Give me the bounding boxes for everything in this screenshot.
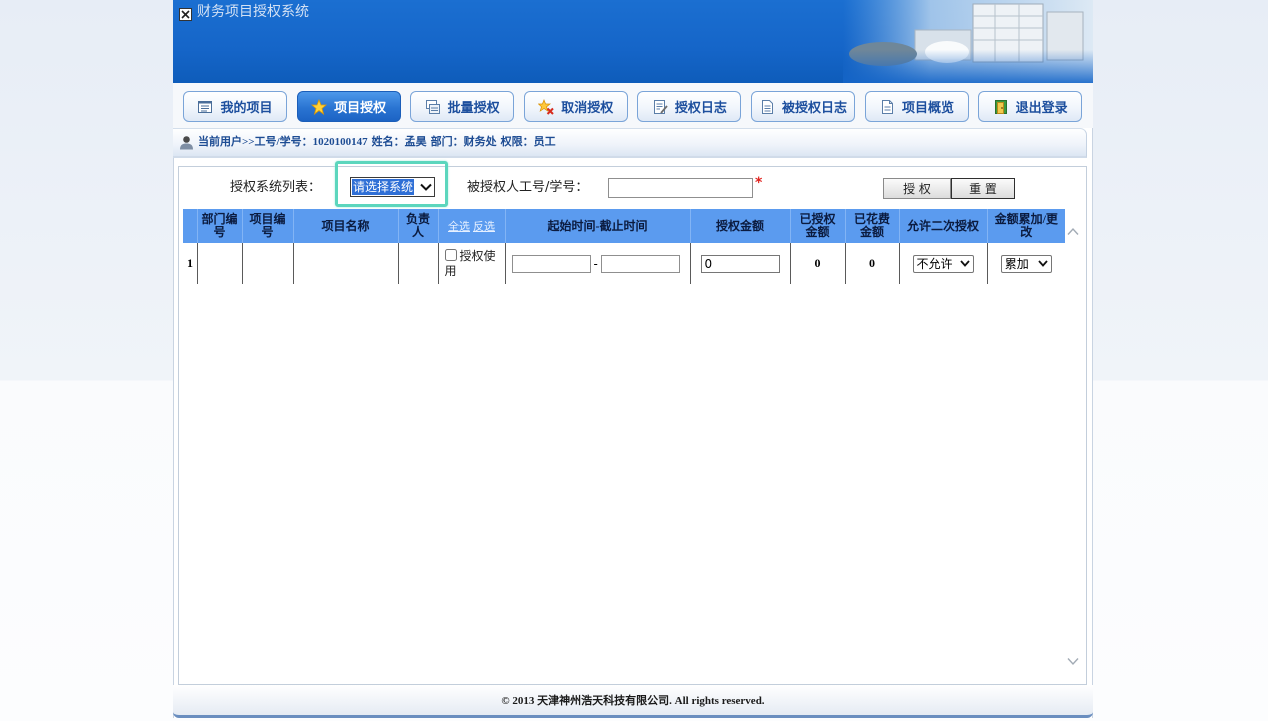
period-cell: - (504, 243, 690, 284)
start-time-input[interactable] (511, 254, 591, 273)
user-role-label: 权限： (500, 136, 534, 148)
allow-second-grant-value: 不允许 (916, 257, 953, 271)
amount-input[interactable] (700, 254, 780, 273)
scroll-up-icon[interactable] (1067, 227, 1079, 236)
system-select-value: 请选择系统 (352, 179, 415, 195)
system-list-label: 授权系统列表： (230, 180, 322, 195)
user-info-bar: 当前用户>>工号/学号：1020100147 姓名：孟昊 部门：财务处 权限：员工 (173, 128, 1087, 158)
authorized-amount-header: 已授权金额 (789, 209, 845, 243)
project-name-header: 项目名称 (292, 209, 398, 243)
period-header: 起始时间-截止时间 (504, 209, 690, 243)
chevron-down-icon (420, 183, 432, 191)
period-separator: - (593, 256, 598, 271)
user-role-value: 员工 (533, 136, 556, 148)
spent-amount-header: 已花费金额 (844, 209, 899, 243)
authorize-table: 部门编号 项目编号 项目名称 负责人 全选 反选 起始时间-截止时间 授权金额 … (183, 209, 1065, 284)
authorize-panel: 授权系统列表： 请选择系统 被授权人工号/学号： * 授 权 重 置 部门编号 … (178, 161, 1087, 685)
user-dept-value: 财务处 (463, 136, 497, 148)
owner-cell (397, 243, 438, 284)
page-footer: © 2013 天津神州浩天科技有限公司. All rights reserved… (173, 685, 1093, 718)
tab-cancel-authorize[interactable]: 取消授权 (523, 91, 628, 122)
tab-label: 我的项目 (220, 101, 273, 116)
project-no-header: 项目编号 (241, 209, 293, 243)
copyright-text: © 2013 天津神州浩天科技有限公司. All rights reserved… (501, 695, 765, 707)
app-frame: 财务项目授权系统 我的项目 项目授权 批量授权 取消授权 授权日志 被授权日志 … (173, 0, 1093, 718)
chevron-down-icon (956, 260, 970, 267)
cancel-auth-icon (538, 98, 554, 115)
tab-label: 批量授权 (447, 101, 500, 116)
user-name-value: 孟昊 (404, 136, 427, 148)
required-mark: * (755, 175, 763, 191)
user-info-prefix: 当前用户>> (198, 136, 255, 148)
amount-header: 授权金额 (689, 209, 790, 243)
owner-header: 负责人 (397, 209, 438, 243)
amount-mode-cell: 累加 (986, 243, 1065, 284)
tab-label: 被授权日志 (781, 101, 847, 116)
nav-tabs: 我的项目 项目授权 批量授权 取消授权 授权日志 被授权日志 项目概览 退出登录 (183, 91, 1083, 122)
index-column-header (183, 209, 197, 243)
project-name-cell (292, 243, 398, 284)
amount-mode-header: 金额累加/更改 (986, 209, 1065, 243)
project-no-cell (241, 243, 293, 284)
app-title: 财务项目授权系统 (197, 4, 309, 20)
amount-mode-select[interactable]: 累加 (1000, 254, 1052, 273)
broken-image-icon (179, 6, 192, 21)
list-icon (197, 99, 213, 115)
logout-icon (993, 99, 1009, 115)
user-id-label: 工号/学号： (254, 136, 313, 148)
dept-no-cell (196, 243, 242, 284)
scroll-down-icon[interactable] (1067, 657, 1079, 666)
tab-label: 授权日志 (674, 101, 727, 116)
dept-no-header: 部门编号 (196, 209, 242, 243)
authorize-use-cell: 授权使用 (437, 243, 505, 284)
table-row: 1 授权使用 - 0 0 不允许 累加 (183, 243, 1065, 284)
star-icon (311, 98, 328, 115)
authorize-button[interactable]: 授 权 (883, 178, 951, 199)
grantee-id-label: 被授权人工号/学号： (467, 180, 589, 195)
end-time-input[interactable] (600, 254, 680, 273)
chevron-down-icon (1034, 260, 1048, 267)
table-header-row: 部门编号 项目编号 项目名称 负责人 全选 反选 起始时间-截止时间 授权金额 … (183, 209, 1065, 243)
amount-cell (689, 243, 790, 284)
user-icon (179, 135, 194, 150)
header-banner-image (843, 0, 1093, 83)
spent-amount-cell: 0 (844, 243, 899, 284)
banner-fade (843, 0, 1093, 83)
authorize-use-checkbox[interactable] (444, 248, 457, 261)
allow-second-grant-cell: 不允许 (898, 243, 987, 284)
invert-select-link[interactable]: 反选 (473, 220, 495, 233)
user-name-label: 姓名： (371, 136, 405, 148)
tab-batch-authorize[interactable]: 批量授权 (410, 91, 515, 122)
tab-authorized-log[interactable]: 被授权日志 (750, 91, 855, 122)
tab-my-projects[interactable]: 我的项目 (183, 91, 287, 122)
tab-label: 退出登录 (1015, 101, 1068, 116)
allow-second-grant-header: 允许二次授权 (898, 209, 987, 243)
tab-logout[interactable]: 退出登录 (978, 91, 1083, 122)
main-nav: 我的项目 项目授权 批量授权 取消授权 授权日志 被授权日志 项目概览 退出登录 (173, 83, 1093, 128)
tab-label: 项目授权 (334, 101, 387, 116)
log-icon (652, 99, 668, 115)
user-dept-label: 部门： (430, 136, 464, 148)
app-header: 财务项目授权系统 (173, 0, 1093, 83)
tab-project-overview[interactable]: 项目概览 (864, 91, 969, 122)
document-icon (759, 99, 775, 115)
authorized-amount-cell: 0 (789, 243, 845, 284)
batch-icon (425, 99, 441, 115)
overview-icon (879, 99, 895, 115)
row-index: 1 (187, 256, 193, 270)
system-select[interactable]: 请选择系统 (350, 177, 435, 197)
select-all-link[interactable]: 全选 (448, 220, 470, 233)
user-id-value: 1020100147 (312, 136, 368, 148)
tab-label: 取消授权 (561, 101, 614, 116)
current-user-info: 当前用户>>工号/学号：1020100147 姓名：孟昊 部门：财务处 权限：员工 (198, 129, 556, 156)
allow-second-grant-select[interactable]: 不允许 (912, 254, 974, 273)
reset-button[interactable]: 重 置 (951, 178, 1015, 199)
amount-mode-value: 累加 (1004, 257, 1029, 271)
tab-label: 项目概览 (902, 101, 955, 116)
tab-authorize-log[interactable]: 授权日志 (637, 91, 742, 122)
select-column-header: 全选 反选 (437, 209, 505, 243)
tab-project-authorize[interactable]: 项目授权 (296, 91, 401, 122)
grantee-id-input[interactable] (608, 178, 753, 198)
